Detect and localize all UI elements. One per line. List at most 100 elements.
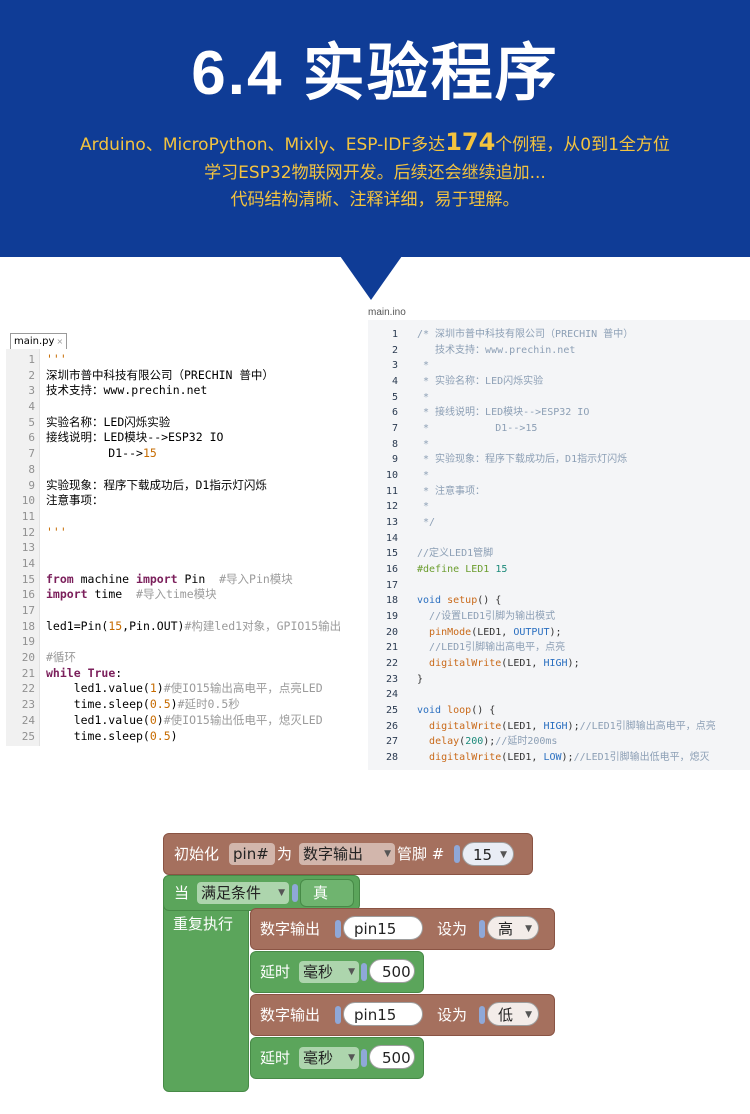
block-delay-2[interactable]: 延时 毫秒 ▼ 500 [250,1037,424,1079]
arduino-editor: 1 /* 深圳市普中科技有限公司（PRECHIN 普中） 2 技术支持：www.pr… [368,320,750,770]
code-text: from machine import Pin #导入Pin模块 [46,571,293,586]
code-text: 技术支持：www.prechin.net [417,344,576,356]
line-number: 2 [391,344,398,356]
subtitle-line-3: 代码结构清晰、注释详细，易于理解。 [230,190,520,210]
line-number: 28 [385,752,398,764]
line-number: 16 [21,588,35,602]
block-pin-init[interactable]: 初始化 pin# 为 数字输出 ▼ 管脚 # 15 ▼ [163,833,533,875]
code-text: digitalWrite(LED1, HIGH); [429,658,580,670]
delay-value[interactable]: 500 [369,1045,415,1069]
line-number: 4 [391,376,398,388]
code-line: 14 [6,556,361,572]
code-text: //定义LED1管脚 [417,548,494,560]
value-socket [335,1006,341,1024]
code-line: 23} [368,672,750,688]
code-text: led1=Pin(15,Pin.OUT)#构建led1对象，GPIO15输出 [46,618,342,633]
editor-tab-main-py[interactable]: main.py × [10,333,68,349]
code-text: * D1-->15 [417,423,538,435]
code-line: 15 //定义LED1管脚 [368,546,750,562]
page-title: 6.4 实验程序 [191,39,559,108]
code-line: 28 digitalWrite(LED1, LOW);//LED1引脚输出低电平… [368,750,750,766]
code-text: * 注意事项： [417,485,486,497]
line-number: 23 [385,673,398,685]
editor-tab-main-ino[interactable]: main.ino [368,307,406,318]
code-line: 9 * 实验现象：程序下载成功后，D1指示灯闪烁 [368,452,750,468]
line-number: 14 [21,556,35,570]
level-dropdown[interactable]: 高 ▼ [487,916,539,940]
block-digital-write-low[interactable]: 数字输出 pin15 设为 低 ▼ [250,994,555,1036]
unit-dropdown[interactable]: 毫秒 ▼ [299,961,359,983]
line-number: 21 [21,666,35,680]
code-line: 4 [6,399,361,415]
code-text: void loop() { [417,705,496,717]
code-line: 3 * [368,358,750,374]
block-while-header[interactable]: 当 满足条件 ▼ 真 [163,875,360,911]
chevron-down-icon: ▼ [278,888,285,898]
value-socket [292,884,298,902]
unit-dropdown[interactable]: 毫秒 ▼ [299,1047,359,1069]
delay-value[interactable]: 500 [369,959,415,983]
block-digital-write-high[interactable]: 数字输出 pin15 设为 高 ▼ [250,908,555,950]
line-number: 3 [28,384,35,398]
code-line: 8 [6,462,361,478]
code-line: 15 from machine import Pin #导入Pin模块 [6,572,361,588]
repeat-label: 重复执行 [173,915,234,933]
block-delay-1[interactable]: 延时 毫秒 ▼ 500 [250,951,424,993]
code-line: 22 led1.value(1)#使IO15输出高电平，点亮LED [6,681,361,697]
line-number: 20 [385,626,398,638]
line-number: 7 [391,423,398,435]
code-line: 25 void loop() { [368,703,750,719]
mode-dropdown[interactable]: 数字输出 ▼ [299,843,395,865]
line-number: 17 [385,579,398,591]
code-line: 21 //LED1引脚输出高电平，点亮 [368,640,750,656]
code-text: led1.value(1)#使IO15输出高电平，点亮LED [46,681,323,696]
line-number: 12 [21,525,35,539]
code-line: 5 实验名称：LED闪烁实验 [6,415,361,431]
chevron-down-icon: ▼ [384,849,391,859]
value-socket [479,1006,485,1024]
code-line: 25 time.sleep(0.5) [6,729,361,745]
code-text: import time #导入time模块 [46,587,217,602]
code-line: 9 实验现象：程序下载成功后，D1指示灯闪烁 [6,478,361,494]
value-socket [361,1049,367,1067]
code-line: 12 ''' [6,525,361,541]
code-line: 27 delay(200);//延时200ms [368,734,750,750]
line-number: 15 [385,548,398,560]
chevron-down-icon: ▼ [500,850,507,860]
pin-variable[interactable]: pin15 [343,1002,423,1026]
code-line: 7 * D1-->15 [368,421,750,437]
code-line: 24 [368,687,750,703]
variable-dropdown[interactable]: pin# [229,843,275,865]
code-text: 接线说明：LED模块-->ESP32 IO [46,430,224,445]
chevron-down-icon: ▼ [525,924,532,934]
level-dropdown[interactable]: 低 ▼ [487,1002,539,1026]
line-number: 5 [28,415,35,429]
code-text: delay(200);//延时200ms [429,736,558,748]
pin-variable[interactable]: pin15 [343,916,423,940]
code-text: * [417,501,430,513]
code-text: * [417,470,430,482]
code-area[interactable]: 1 /* 深圳市普中科技有限公司（PRECHIN 普中） 2 技术支持：www.pr… [368,327,750,766]
line-number: 24 [21,713,35,727]
value-socket [479,920,485,938]
condition-dropdown[interactable]: 满足条件 ▼ [197,882,289,904]
value-socket [335,920,341,938]
line-number: 23 [21,698,35,712]
code-text: /* 深圳市普中科技有限公司（PRECHIN 普中） [417,329,634,340]
code-text: 注意事项： [46,493,104,508]
code-text: time.sleep(0.5)#延时0.5秒 [46,697,240,712]
boolean-block[interactable]: 真 [300,879,354,907]
close-icon[interactable]: × [56,337,63,346]
line-number: 14 [385,532,398,544]
code-area[interactable]: 1 ''' 2 深圳市普中科技有限公司（PRECHIN 普中） 3 技术支持：www.pr… [6,352,361,744]
code-line: 16 #define LED1 15 [368,562,750,578]
python-editor: main.py × 1 ''' 2 深圳市普中科技有限公司（PRECHIN 普中） 3 技术… [6,330,361,746]
code-line: 1 ''' [6,352,361,368]
code-line: 23 time.sleep(0.5)#延时0.5秒 [6,697,361,713]
code-text: * 实验现象：程序下载成功后，D1指示灯闪烁 [417,454,628,466]
banner-pointer [340,256,402,300]
code-text: //设置LED1引脚为输出模式 [429,611,556,623]
value-socket [361,963,367,981]
pin-number-field[interactable]: 15 ▼ [462,842,514,866]
code-text: * [417,438,430,450]
